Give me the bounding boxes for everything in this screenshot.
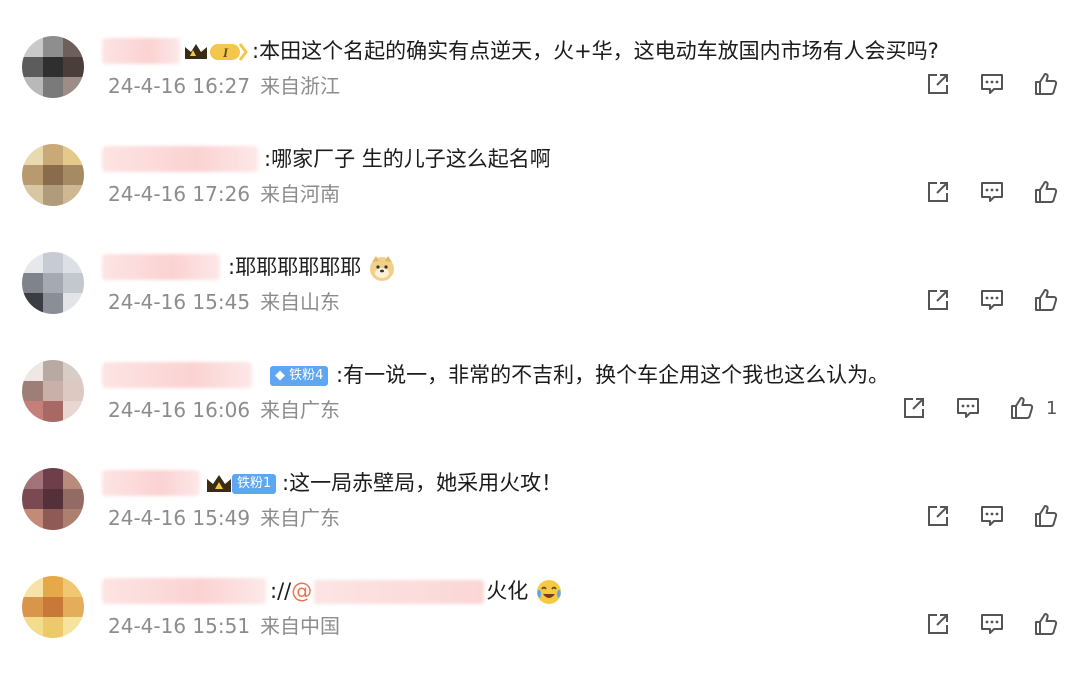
comment-text: :这一局赤壁局，她采用火攻！ bbox=[282, 471, 563, 495]
comment-icon[interactable] bbox=[978, 286, 1006, 314]
vip-crown-badge: I bbox=[182, 40, 248, 68]
mention-link[interactable]: @ bbox=[291, 579, 312, 603]
comment-location: 来自广东 bbox=[260, 506, 341, 530]
avatar[interactable] bbox=[22, 144, 84, 206]
vip-crown-icon bbox=[204, 472, 234, 500]
comment-item: ◆ 铁粉4 :有一说一，非常的不吉利，换个车企用这个我也这么认为。 24-4-1… bbox=[0, 360, 1080, 468]
comment-actions bbox=[924, 286, 1060, 314]
comment-time: 24-4-16 16:06 bbox=[108, 398, 251, 422]
comment-location: 来自广东 bbox=[260, 398, 341, 422]
like-icon[interactable] bbox=[1032, 502, 1060, 530]
like-icon[interactable] bbox=[1032, 178, 1060, 206]
comment-actions bbox=[924, 502, 1060, 530]
comment-text: ://@ 火化 bbox=[270, 576, 563, 606]
fan-badge: ◆ 铁粉4 bbox=[270, 366, 329, 386]
username[interactable] bbox=[102, 38, 180, 64]
comment-icon[interactable] bbox=[978, 610, 1006, 638]
comment-meta: 24-4-16 15:49 来自广东 bbox=[108, 502, 340, 531]
like-icon[interactable] bbox=[1032, 70, 1060, 98]
like-icon[interactable] bbox=[1008, 394, 1036, 422]
comment-meta: 24-4-16 15:51 来自中国 bbox=[108, 610, 340, 639]
like-count: 1 bbox=[1046, 397, 1058, 419]
like-icon[interactable] bbox=[1032, 610, 1060, 638]
comment-icon[interactable] bbox=[978, 502, 1006, 530]
mentioned-username[interactable] bbox=[314, 580, 485, 604]
comment-text: :本田这个名起的确实有点逆天，火+华，这电动车放国内市场有人会买吗? bbox=[252, 39, 939, 63]
comment-time: 24-4-16 15:45 bbox=[108, 290, 251, 314]
doge-emoji-icon bbox=[369, 256, 394, 281]
comment-icon[interactable] bbox=[978, 70, 1006, 98]
comment-text-body: :耶耶耶耶耶耶 bbox=[228, 255, 362, 279]
comment-icon[interactable] bbox=[954, 394, 982, 422]
repost-icon[interactable] bbox=[924, 502, 952, 530]
comment-actions bbox=[924, 178, 1060, 206]
repost-icon[interactable] bbox=[900, 394, 928, 422]
avatar[interactable] bbox=[22, 36, 84, 98]
comment-location: 来自山东 bbox=[260, 290, 341, 314]
comment-time: 24-4-16 15:51 bbox=[108, 614, 251, 638]
fan-badge: 铁粉1 bbox=[232, 474, 277, 494]
comment-actions bbox=[924, 70, 1060, 98]
comment-location: 来自浙江 bbox=[260, 74, 341, 98]
comment-item: :哪家厂子 生的儿子这么起名啊 24-4-16 17:26 来自河南 bbox=[0, 144, 1080, 252]
comment-item: ://@ 火化 24-4-16 15:51 来自中国 bbox=[0, 576, 1080, 684]
repost-icon[interactable] bbox=[924, 610, 952, 638]
comment-icon[interactable] bbox=[978, 178, 1006, 206]
repost-icon[interactable] bbox=[924, 286, 952, 314]
username[interactable] bbox=[102, 146, 258, 172]
comment-meta: 24-4-16 16:27 来自浙江 bbox=[108, 70, 340, 99]
avatar[interactable] bbox=[22, 252, 84, 314]
comment-meta: 24-4-16 16:06 来自广东 bbox=[108, 394, 340, 423]
comment-time: 24-4-16 15:49 bbox=[108, 506, 251, 530]
comment-actions bbox=[924, 610, 1060, 638]
avatar[interactable] bbox=[22, 468, 84, 530]
comment-actions: 1 bbox=[900, 394, 1057, 422]
repost-icon[interactable] bbox=[924, 70, 952, 98]
comment-meta: 24-4-16 15:45 来自山东 bbox=[108, 286, 340, 315]
comment-text: :耶耶耶耶耶耶 bbox=[228, 252, 396, 282]
comment-text-body: 火化 bbox=[486, 579, 529, 603]
username[interactable] bbox=[102, 254, 220, 280]
comment-meta: 24-4-16 17:26 来自河南 bbox=[108, 178, 340, 207]
comment-item: :耶耶耶耶耶耶 24-4-16 15:45 来自山东 bbox=[0, 252, 1080, 360]
comment-time: 24-4-16 17:26 bbox=[108, 182, 251, 206]
comment-location: 来自中国 bbox=[260, 614, 341, 638]
comment-text: :哪家厂子 生的儿子这么起名啊 bbox=[264, 147, 551, 171]
comment-location: 来自河南 bbox=[260, 182, 341, 206]
comment-item: 铁粉1 :这一局赤壁局，她采用火攻！ 24-4-16 15:49 来自广东 bbox=[0, 468, 1080, 576]
level-badge: I bbox=[222, 45, 229, 60]
username[interactable] bbox=[102, 362, 252, 388]
like-icon[interactable] bbox=[1032, 286, 1060, 314]
laughing-crying-emoji-icon bbox=[536, 580, 561, 604]
avatar[interactable] bbox=[22, 576, 84, 638]
username[interactable] bbox=[102, 578, 266, 604]
avatar[interactable] bbox=[22, 360, 84, 422]
repost-prefix: :// bbox=[270, 579, 292, 603]
repost-icon[interactable] bbox=[924, 178, 952, 206]
comment-text: :有一说一，非常的不吉利，换个车企用这个我也这么认为。 bbox=[336, 363, 890, 387]
diamond-icon: ◆ bbox=[275, 368, 285, 383]
comment-item: I :本田这个名起的确实有点逆天，火+华，这电动车放国内市场有人会买吗? 24-… bbox=[0, 36, 1080, 144]
comment-time: 24-4-16 16:27 bbox=[108, 74, 251, 98]
username[interactable] bbox=[102, 470, 200, 496]
fan-badge-label: 铁粉4 bbox=[289, 368, 324, 383]
